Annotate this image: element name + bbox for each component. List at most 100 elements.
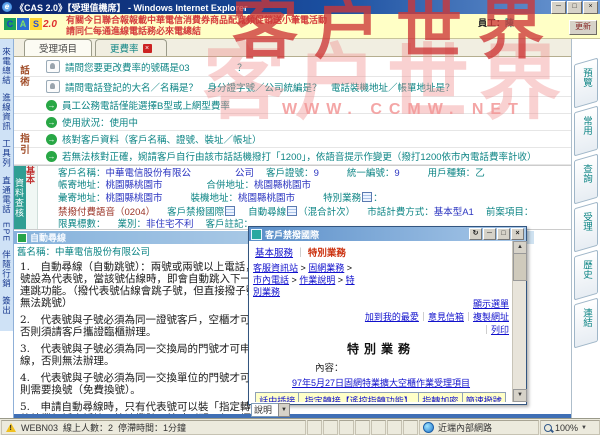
guide-row-text: 使用狀況：使用中	[62, 115, 138, 129]
ie-icon: e	[2, 2, 12, 12]
green-arrow-icon: →	[46, 117, 57, 128]
service-link-call-waiting[interactable]: 話中插接	[259, 396, 295, 402]
feedback-link[interactable]: 意見信箱	[428, 312, 464, 322]
update-button[interactable]: 更新	[569, 20, 597, 35]
zoom-level: 100%	[555, 423, 578, 433]
background-window-title: 自動尋線	[30, 231, 66, 244]
talk-row-text: 請問您要更改費率的號碼是03 ？	[65, 60, 247, 74]
zoom-pane[interactable]: 100% ▼	[540, 420, 600, 435]
page-icon[interactable]	[287, 206, 297, 216]
special-service-label: 特別業務	[323, 193, 361, 204]
scroll-down-icon[interactable]: ▼	[513, 389, 527, 402]
show-menu-link[interactable]: 顯示選單	[473, 299, 509, 309]
guide-row: → 使用狀況：使用中	[14, 114, 571, 131]
guide-row-text: 核對客戶資料（客戶名稱、證號、裝址／帳址）	[62, 132, 262, 146]
page-dropdown[interactable]: 說明 ▼	[251, 403, 290, 417]
service-link-call-forwarding[interactable]: 指定轉接【遙控指轉功能】	[305, 396, 413, 402]
breadcrumb-link[interactable]: 客服資訊站	[253, 263, 298, 273]
minimize-button[interactable]: ─	[551, 1, 566, 14]
separator: ｜	[296, 248, 306, 259]
customer-name-label: 客戶名稱：	[58, 168, 106, 179]
zone-label: 近端內部網路	[438, 421, 492, 434]
popup-window-block-international: 客戶禁撥國際 ↻ ─ □ × 基本服務 ｜ 特別業務 客服資訊站 > 固網業務 …	[248, 226, 527, 405]
separator: ｜	[482, 325, 491, 335]
sidebar-item-line-info[interactable]: 進線資訊	[1, 93, 13, 131]
online-count: 線上人數：2	[63, 421, 113, 434]
cas-application-window: e 《CAS 2.0》【受理值機席】 - Windows Internet Ex…	[0, 0, 600, 435]
sidebar-item-epe[interactable]: EPE	[2, 222, 12, 242]
subscriber-type-value: 乙	[475, 168, 485, 179]
right-tab-accept[interactable]: 受理	[574, 202, 598, 253]
customer-note-label: 客戶註記：	[206, 219, 254, 229]
right-tab-label: 預覽	[579, 68, 593, 87]
basic-side-tab[interactable]: 基本	[26, 166, 38, 229]
breadcrumb-separator: >	[335, 275, 345, 285]
breadcrumb-link[interactable]: 作業說明	[299, 275, 335, 285]
sidebar-item-toolbar[interactable]: 工具列	[1, 139, 13, 168]
breadcrumb-link[interactable]: 市內電話	[253, 275, 289, 285]
logo-version: 2.0	[43, 19, 57, 30]
guide-row: → 若無法核對正確，婉請客戶自行由該市話話機撥打「1200」，依語音提示作變更（…	[14, 148, 571, 165]
tab-bar: 受理項目 更費率 ×	[14, 39, 571, 57]
service-link-speed-dial[interactable]: 簡速撥號	[466, 396, 502, 402]
print-link[interactable]: 列印	[491, 325, 509, 335]
sidebar-item-call-summary[interactable]: 來電總結	[1, 47, 13, 85]
popup-minimize-button[interactable]: ─	[483, 228, 496, 240]
popup-tab-basic-service[interactable]: 基本服務	[255, 248, 293, 259]
customer-id-value: 9	[314, 168, 319, 179]
previous-case-label: 前案項目：	[486, 207, 534, 218]
right-tab-query[interactable]: 查詢	[574, 154, 598, 205]
copy-url-link[interactable]: 複製網址	[473, 312, 509, 322]
popup-scrollbar[interactable]: ▲ ▼	[512, 241, 526, 402]
page-icon[interactable]	[225, 206, 235, 216]
rate-plan-value: 基本型A1	[434, 207, 474, 218]
install-address-value: 桃園縣桃園市	[238, 193, 295, 204]
scrollbar-thumb[interactable]	[513, 253, 527, 281]
right-tab-preview[interactable]: 預覽	[574, 58, 598, 109]
sidebar-item-direct-phone[interactable]: 直通電話	[1, 176, 13, 214]
subscriber-type-label: 用戶種類：	[428, 168, 476, 179]
sidebar-item-cross-sell[interactable]: 伴隨行銷	[1, 250, 13, 288]
tab-accept-items[interactable]: 受理項目	[24, 39, 92, 56]
service-link-forward-encrypt[interactable]: 指轉加密	[422, 396, 458, 402]
customer-line-1: 客戶名稱：中華電信股份有限公公司客戶證號：9統一編號：9用戶種類：乙	[58, 168, 569, 180]
billing-address-label: 帳寄地址：	[58, 180, 106, 191]
right-tab-history[interactable]: 歷史	[574, 250, 598, 301]
notice-link[interactable]: 97年5月27日固網特業擴大空櫃作業受理項目	[292, 378, 470, 388]
popup-titlebar[interactable]: 客戶禁撥國際 ↻ ─ □ ×	[249, 227, 526, 241]
talk-row: 請問您要更改費率的號碼是03 ？	[14, 57, 571, 77]
status-message-pane: ! WEBN03 線上人數：2 停滯時間：1分鐘	[1, 420, 306, 435]
cas-logo: C A S 2.0	[4, 18, 57, 30]
dropdown-value: 說明	[251, 403, 278, 417]
right-tab-label: 常用	[579, 116, 593, 135]
customer-line-2: 帳寄地址：桃園縣桃園市合併地址：桃園縣桃園市	[58, 180, 569, 192]
tab-change-rate[interactable]: 更費率 ×	[95, 39, 167, 56]
breadcrumb-link[interactable]: 固網業務	[308, 263, 344, 273]
page-icon[interactable]	[362, 192, 372, 202]
auto-hunt-label: 自動尋線	[248, 207, 286, 218]
status-bar: ! WEBN03 線上人數：2 停滯時間：1分鐘 近端內部網路 100% ▼	[0, 418, 600, 435]
sidebar-item-sign-out[interactable]: 簽出	[1, 296, 13, 315]
popup-refresh-button[interactable]: ↻	[469, 228, 482, 240]
guide-row-text: 員工公務電話僅能選擇B型或上網型費率	[62, 98, 230, 112]
popup-maximize-button[interactable]: □	[497, 228, 510, 240]
right-tab-common[interactable]: 常用	[574, 106, 598, 157]
zoom-dropdown-icon[interactable]: ▼	[581, 425, 587, 431]
magnifier-icon	[544, 424, 552, 432]
customer-line-3: 彙寄地址：桃園縣桃園市裝機地址：桃園縣桃園市特別業務：	[58, 192, 569, 205]
popup-close-button[interactable]: ×	[511, 228, 524, 240]
right-tab-label: 受理	[579, 212, 593, 231]
right-tab-links[interactable]: 連結	[574, 298, 598, 349]
announcement-text: 有關今日聯合報報載中華電信消費券商品配寬頻促銷送小筆電活動 請同仁每通進線電話務…	[66, 15, 327, 37]
customer-line-4: 禁撥付費語音（0204）客戶禁撥國際自動尋線（混合計次）市話計費方式：基本型A1…	[58, 206, 569, 219]
dropdown-arrow-icon[interactable]: ▼	[278, 403, 290, 417]
popup-window-icon	[251, 229, 262, 240]
restore-button[interactable]: □	[567, 1, 582, 14]
add-favorite-link[interactable]: 加到我的最愛	[365, 312, 419, 322]
tab-close-icon[interactable]: ×	[143, 44, 152, 53]
close-button[interactable]: ×	[583, 1, 598, 14]
security-zone-pane: 近端內部網路	[419, 420, 539, 435]
guide-label: 指引	[16, 133, 30, 156]
right-tab-label: 連結	[579, 308, 593, 327]
uniform-number-value: 9	[394, 168, 399, 179]
